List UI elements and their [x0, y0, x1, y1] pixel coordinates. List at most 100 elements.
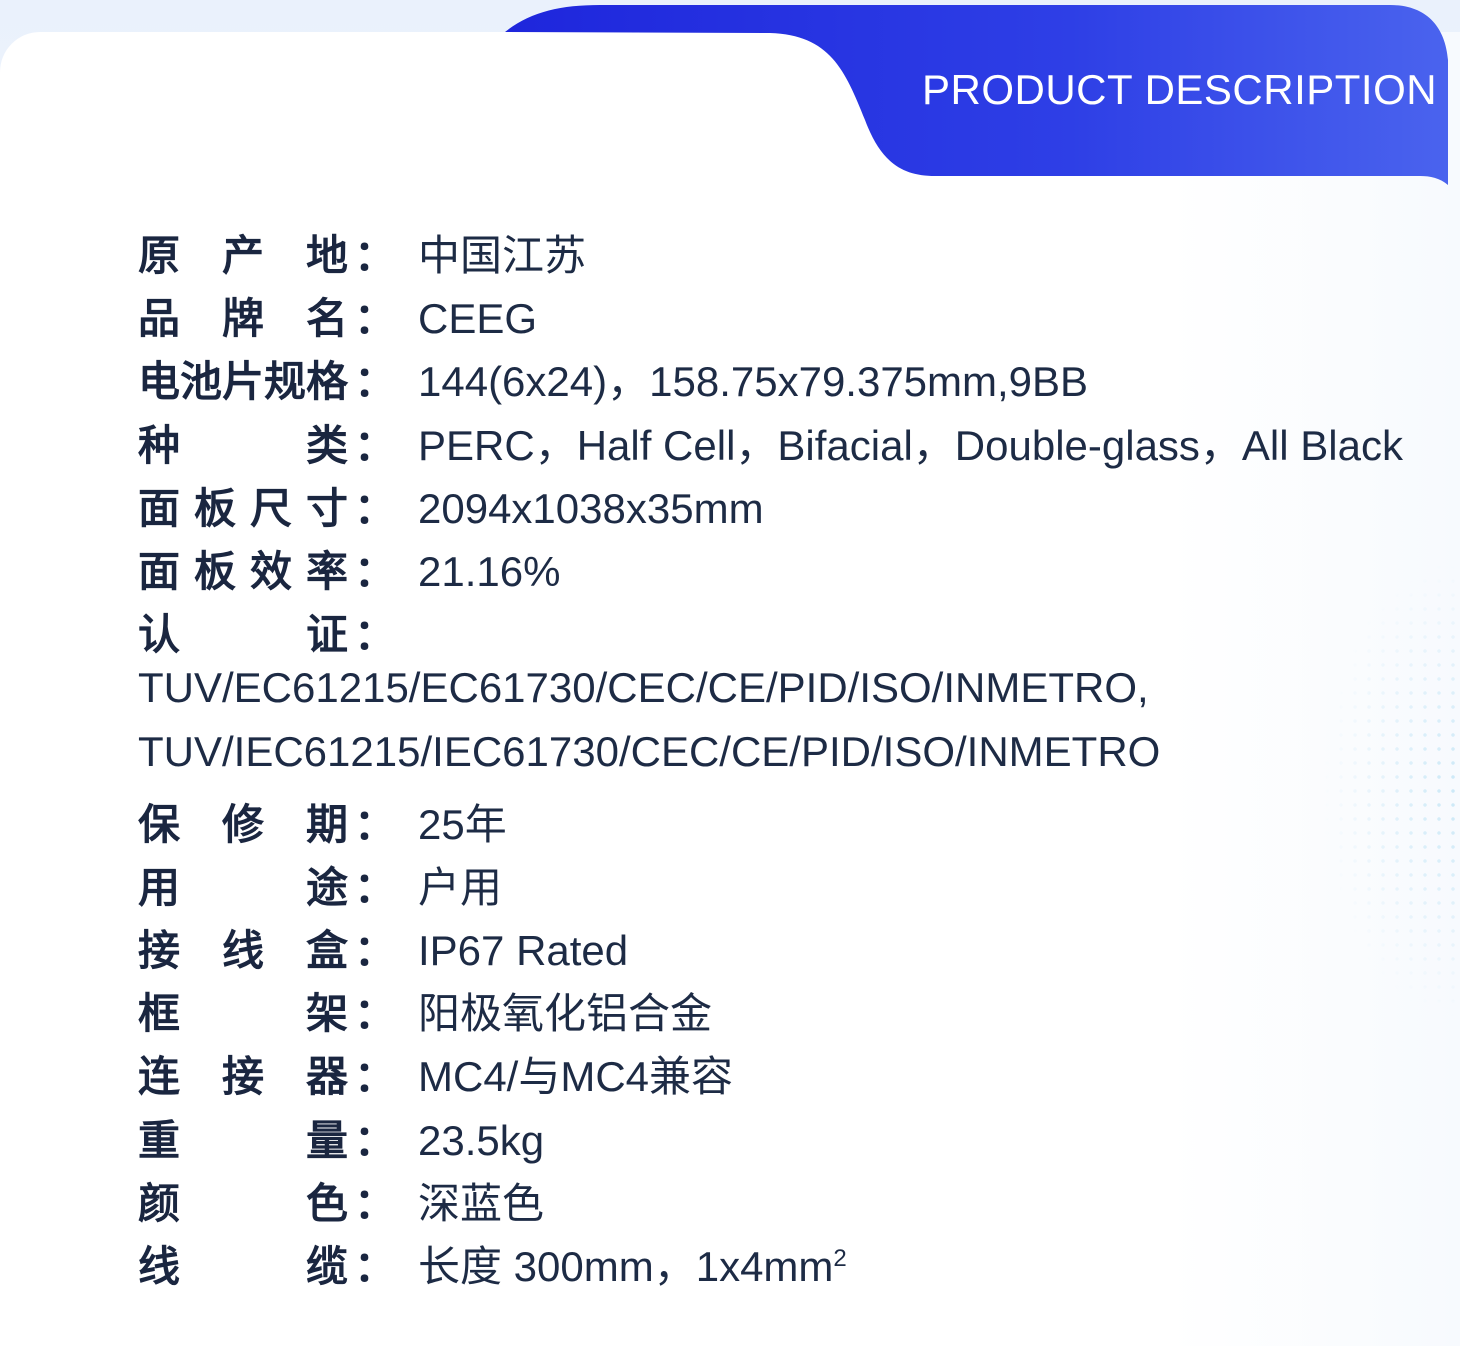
- label-char: 率: [305, 546, 348, 596]
- label-char: 格: [306, 357, 349, 407]
- label-char: 原: [138, 231, 181, 280]
- label-colon: ：: [353, 1052, 396, 1102]
- label-char: 保: [138, 799, 181, 849]
- spec-label: 颜 色：: [138, 1170, 396, 1231]
- label-colon: ：: [353, 546, 396, 596]
- spec-row: 颜 色： 深蓝色: [138, 1170, 1403, 1233]
- spec-row: 面板尺寸： 2094x1038x35mm: [138, 475, 1403, 538]
- label-char: 名: [305, 294, 348, 344]
- spec-value: MC4/与MC4兼容: [418, 1053, 734, 1101]
- label-char: 缆: [305, 1242, 348, 1291]
- spec-label: 连接器：: [138, 1043, 396, 1104]
- label-char: 线: [221, 926, 264, 976]
- spec-value: 中国江苏: [418, 232, 587, 279]
- label-char: 产: [221, 231, 264, 280]
- label-char: 期: [305, 799, 348, 849]
- label-char: 品: [138, 294, 181, 344]
- label-char: 牌: [221, 294, 264, 344]
- spec-label: 框 架：: [138, 980, 396, 1041]
- spec-label: 品牌名：: [138, 285, 396, 346]
- label-colon: ：: [353, 926, 396, 976]
- spec-value: 2094x1038x35mm: [418, 484, 764, 532]
- spec-value: IP67 Rated: [418, 927, 629, 975]
- label-char: 线: [138, 1242, 181, 1291]
- spec-label: 面板尺寸：: [138, 475, 396, 536]
- spec-label: 电池片规格：: [138, 348, 396, 409]
- label-colon: ：: [354, 357, 397, 407]
- label-char: 电: [138, 357, 181, 407]
- certification-line: TUV/EC61215/EC61730/CEC/CE/PID/ISO/INMET…: [138, 664, 1149, 712]
- label-char: 种: [138, 420, 181, 470]
- label-colon: ：: [353, 1178, 396, 1228]
- label-char: 接: [221, 1052, 264, 1102]
- spec-value: 23.5kg: [418, 1116, 545, 1164]
- spec-value: 21.16%: [418, 547, 561, 595]
- label-char: 池: [180, 357, 223, 407]
- spec-row: 品牌名： CEEG: [138, 285, 1403, 348]
- label-colon: ：: [353, 483, 396, 533]
- spec-value: PERC，Half Cell，Bifacial，Double-glass，All…: [418, 421, 1403, 469]
- label-colon: ：: [353, 862, 396, 912]
- label-char: 面: [138, 483, 181, 533]
- spec-row: 种 类： PERC，Half Cell，Bifacial，Double-glass，…: [138, 412, 1403, 475]
- label-char: 颜: [138, 1178, 181, 1228]
- spec-label: 原产地：: [138, 222, 396, 283]
- spec-list: 原产地：中国江苏品牌名： CEEG 电池片规格： 144(6x24)，158.75x7…: [138, 222, 1403, 1296]
- label-char: 连: [138, 1052, 181, 1102]
- label-colon: ：: [353, 610, 396, 660]
- spec-label: 种 类：: [138, 412, 396, 473]
- label-char: 寸: [305, 483, 348, 533]
- spec-label: 认 证：: [138, 601, 396, 662]
- label-char: 类: [305, 420, 348, 470]
- spec-label: 保修期：: [138, 791, 396, 852]
- spec-row: 面板效率： 21.16%: [138, 538, 1403, 601]
- label-colon: ：: [353, 989, 396, 1039]
- label-char: 效: [249, 546, 292, 596]
- label-char: 地: [305, 231, 348, 280]
- label-colon: ：: [353, 231, 396, 280]
- spec-label: 用 途：: [138, 854, 396, 915]
- label-char: 尺: [249, 483, 292, 533]
- spec-row: 线 缆： 长度 300mm，1x4mm2: [138, 1233, 1403, 1296]
- label-char: 接: [138, 926, 181, 976]
- label-char: 色: [305, 1178, 348, 1228]
- spec-row: 用 途： 户用: [138, 854, 1403, 917]
- spec-row: 电池片规格： 144(6x24)，158.75x79.375mm,9BB: [138, 348, 1403, 411]
- label-char: 量: [305, 1115, 348, 1165]
- label-char: 修: [221, 799, 264, 849]
- spec-label: 接线盒：: [138, 917, 396, 978]
- spec-row: 连接器： MC4/与MC4兼容: [138, 1043, 1403, 1106]
- label-char: 架: [305, 989, 348, 1039]
- spec-row: 原产地： 中国江苏: [138, 222, 1403, 285]
- label-colon: ：: [353, 1115, 396, 1165]
- label-char: 板: [193, 546, 236, 596]
- label-colon: ：: [353, 420, 396, 470]
- spec-value: 144(6x24)，158.75x79.375mm,9BB: [418, 358, 1089, 406]
- label-char: 盒: [305, 926, 348, 976]
- label-char: 途: [305, 862, 348, 912]
- label-char: 规: [264, 357, 307, 407]
- spec-row: 框 架： 阳极氧化铝合金: [138, 980, 1403, 1043]
- spec-value: 25年: [418, 800, 507, 848]
- spec-value: 阳极氧化铝合金: [418, 990, 713, 1038]
- superscript: 2: [833, 1245, 847, 1272]
- label-colon: ：: [353, 294, 396, 344]
- spec-value: CEEG: [418, 295, 538, 343]
- label-char: 面: [138, 546, 181, 596]
- label-char: 认: [138, 610, 181, 660]
- spec-label: 线 缆：: [138, 1233, 396, 1294]
- certification-line: TUV/IEC61215/IEC61730/CEC/CE/PID/ISO/INM…: [138, 727, 1161, 775]
- spec-row: 重 量： 23.5kg: [138, 1107, 1403, 1170]
- label-char: 用: [138, 862, 181, 912]
- section-title: PRODUCT DESCRIPTION: [922, 66, 1438, 113]
- spec-value: 深蓝色: [418, 1179, 545, 1227]
- label-colon: ：: [353, 1242, 396, 1291]
- spec-row: 接线盒： IP67 Rated: [138, 917, 1403, 980]
- label-char: 片: [222, 357, 265, 407]
- spec-value: 长度 300mm，1x4mm2: [418, 1243, 847, 1290]
- spec-label: 重 量：: [138, 1107, 396, 1168]
- label-colon: ：: [353, 799, 396, 849]
- spec-row: 认 证：: [138, 601, 1403, 664]
- label-char: 重: [138, 1115, 181, 1165]
- spec-row: 保修期： 25年: [138, 791, 1403, 854]
